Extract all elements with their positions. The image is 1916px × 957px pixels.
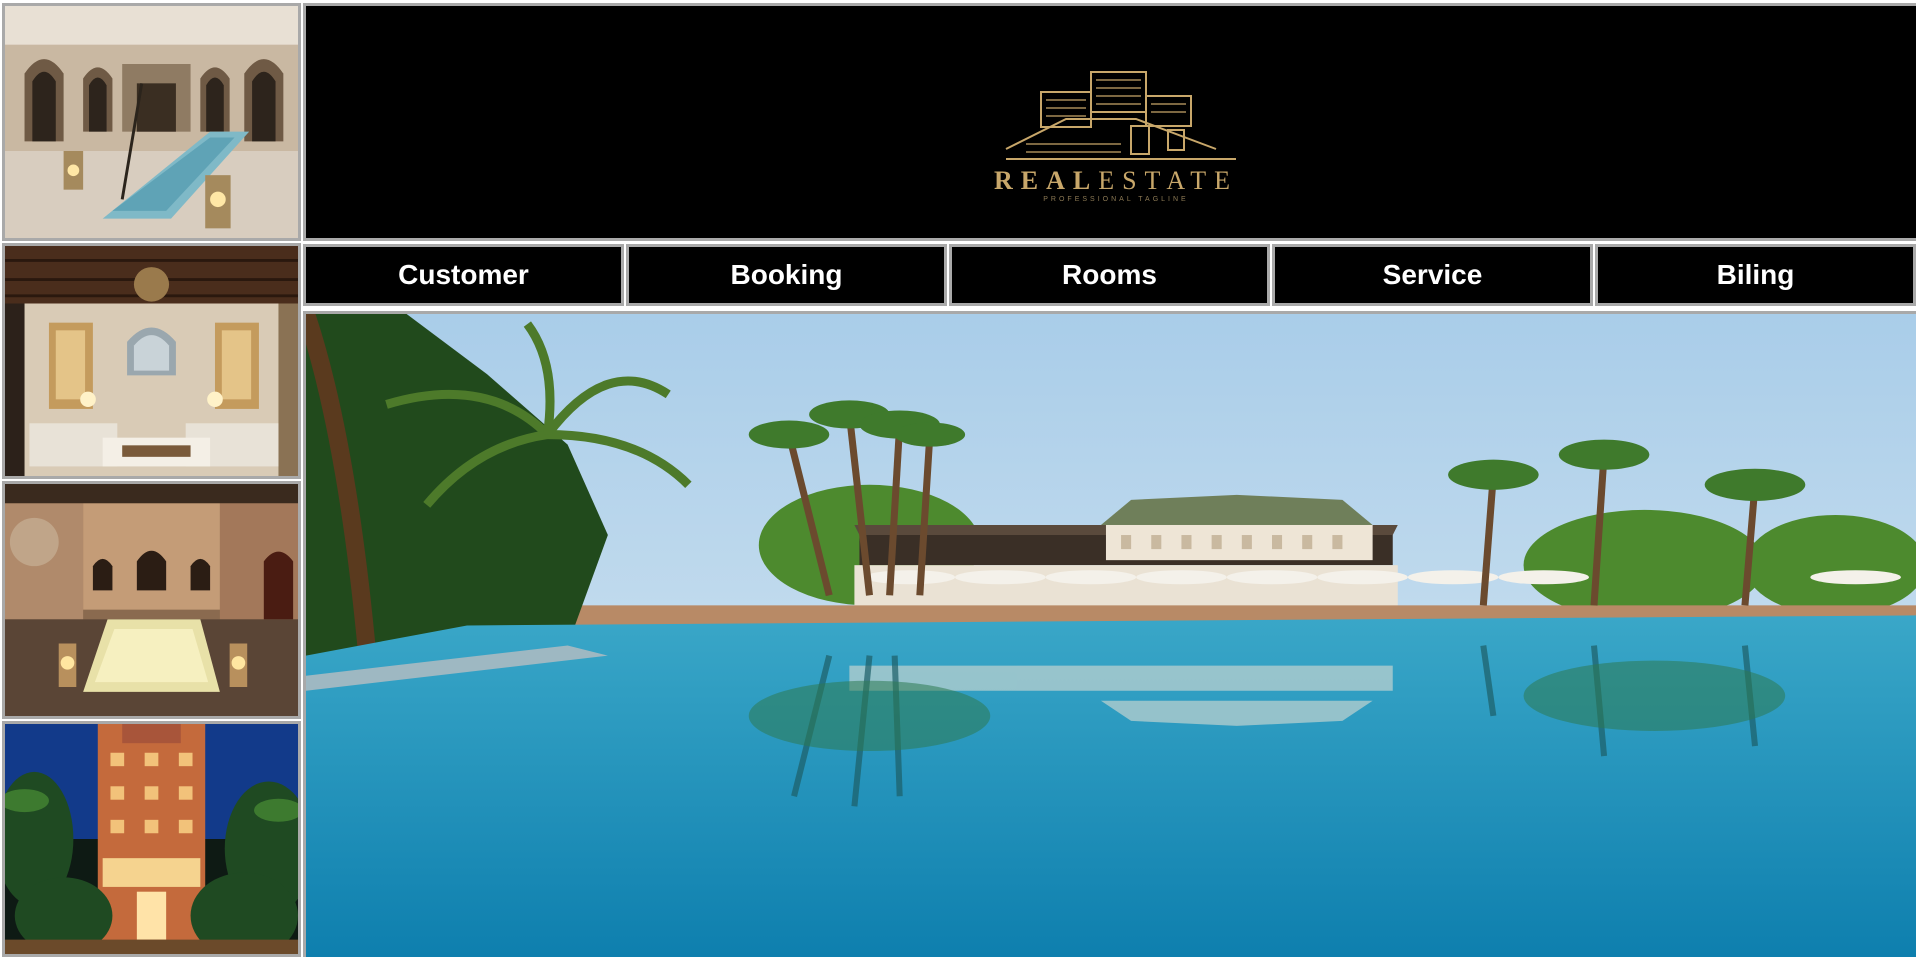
candlelit-courtyard-pool-photo: [5, 484, 298, 716]
riad-courtyard-thumbnail: [2, 3, 301, 241]
moroccan-lounge-photo: [5, 246, 298, 476]
riad-courtyard-pool-photo: [5, 6, 298, 238]
brand-word-estate: ESTATE: [1098, 166, 1239, 195]
site-header: REALESTATE PROFESSIONAL TAGLINE: [303, 3, 1916, 241]
hotel-night-thumbnail: [2, 721, 301, 957]
moroccan-lounge-thumbnail: [2, 243, 301, 479]
brand-logo[interactable]: REALESTATE PROFESSIONAL TAGLINE: [946, 44, 1286, 204]
resort-pool-palms-photo: [306, 314, 1916, 957]
nav-biling-button[interactable]: Biling: [1595, 244, 1916, 306]
nav-customer-button[interactable]: Customer: [303, 244, 624, 306]
nav-rooms-button[interactable]: Rooms: [949, 244, 1270, 306]
brand-tagline: PROFESSIONAL TAGLINE: [1043, 196, 1189, 203]
nav-booking-button[interactable]: Booking: [626, 244, 947, 306]
nav-service-button[interactable]: Service: [1272, 244, 1593, 306]
brand-word-real: REAL: [993, 166, 1099, 195]
hero-image: [303, 311, 1916, 957]
main-nav: Customer Booking Rooms Service Biling: [303, 244, 1916, 306]
hotel-night-facade-photo: [5, 724, 298, 954]
candlelit-courtyard-thumbnail: [2, 481, 301, 719]
